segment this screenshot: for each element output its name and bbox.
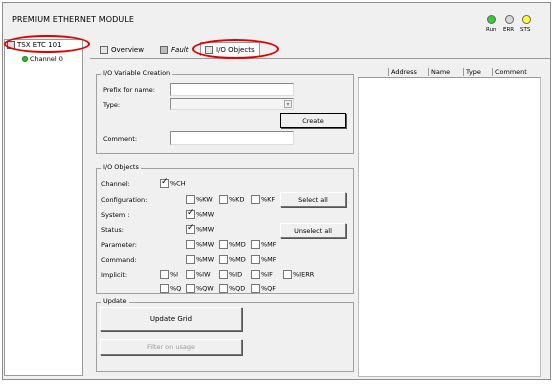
cmd-mf-checkbox[interactable]: %MF [251, 255, 277, 264]
param-mw-label: %MW [196, 240, 215, 249]
param-mw-checkbox[interactable]: %MW [186, 240, 214, 249]
config-kw-checkbox[interactable]: %KW [186, 195, 213, 204]
err-led-label: ERR [503, 27, 515, 33]
cmd-mf-label: %MF [261, 255, 277, 264]
tree-channel-item[interactable]: Channel 0 [22, 55, 63, 63]
create-button[interactable]: Create [280, 113, 346, 128]
window-title: PREMIUM ETHERNET MODULE [12, 15, 135, 24]
imp-if-label: %IF [261, 270, 273, 279]
config-kw-label: %KW [196, 195, 213, 204]
imp-ierr-label: %IERR [293, 270, 315, 279]
io-objects-legend: I/O Objects [101, 163, 141, 171]
system-mw-checkbox[interactable]: %MW [186, 208, 215, 219]
type-select[interactable] [170, 98, 294, 110]
col-name[interactable]: Name [428, 68, 450, 76]
io-grid [358, 66, 541, 377]
imp-iw-checkbox[interactable]: %IW [186, 270, 211, 279]
imp-q-label: %Q [170, 284, 182, 293]
imp-qd-checkbox[interactable]: %QD [219, 284, 245, 293]
imp-i-checkbox[interactable]: %I [160, 270, 178, 279]
channel-ch-checkbox[interactable]: %CH [160, 177, 186, 188]
sts-led-icon [522, 15, 531, 24]
imp-qw-label: %QW [196, 284, 214, 293]
configuration-label: Configuration: [101, 196, 148, 204]
tab-strip [90, 58, 551, 59]
var-creation-legend: I/O Variable Creation [101, 69, 173, 77]
param-mf-checkbox[interactable]: %MF [251, 240, 277, 249]
col-type[interactable]: Type [463, 68, 481, 76]
status-mw-label: %MW [196, 225, 215, 234]
highlight-ring-tab [192, 39, 279, 59]
tree-channel-label: Channel 0 [30, 55, 63, 63]
tab-fault-label: Fault [171, 46, 189, 54]
update-grid-button[interactable]: Update Grid [100, 307, 242, 331]
col-address[interactable]: Address [388, 68, 417, 76]
cmd-md-label: %MD [229, 255, 246, 264]
system-label: System : [101, 211, 130, 219]
highlight-ring [4, 35, 90, 53]
tab-overview-label: Overview [111, 46, 144, 54]
imp-i-label: %I [170, 270, 179, 279]
status-label: Status: [101, 226, 124, 234]
cmd-md-checkbox[interactable]: %MD [219, 255, 246, 264]
chevron-down-icon[interactable]: ▾ [284, 100, 292, 108]
run-led-label: Run [486, 27, 497, 33]
fault-icon [160, 46, 168, 54]
channel-status-icon [22, 56, 28, 62]
cmd-mw-checkbox[interactable]: %MW [186, 255, 214, 264]
param-md-checkbox[interactable]: %MD [219, 240, 246, 249]
select-all-button[interactable]: Select all [280, 192, 346, 207]
config-kf-label: %KF [261, 195, 276, 204]
config-kd-checkbox[interactable]: %KD [219, 195, 244, 204]
imp-iw-label: %IW [196, 270, 211, 279]
err-led-icon [505, 15, 514, 24]
imp-q-checkbox[interactable]: %Q [160, 284, 181, 293]
check-icon [160, 177, 169, 188]
param-mf-label: %MF [261, 240, 277, 249]
module-tree [4, 39, 83, 376]
comment-label: Comment: [103, 135, 138, 143]
sts-led-label: STS [520, 27, 531, 33]
imp-qf-checkbox[interactable]: %QF [251, 284, 276, 293]
parameter-label: Parameter: [101, 241, 137, 249]
cmd-mw-label: %MW [196, 255, 215, 264]
channel-ch-label: %CH [170, 179, 186, 188]
implicit-label: Implicit: [101, 271, 128, 279]
prefix-input[interactable] [170, 83, 294, 96]
imp-id-label: %ID [229, 270, 243, 279]
col-comment[interactable]: Comment [492, 68, 527, 76]
unselect-all-button[interactable]: Unselect all [280, 223, 346, 238]
system-mw-label: %MW [196, 210, 215, 219]
update-legend: Update [101, 297, 129, 305]
imp-ierr-checkbox[interactable]: %IERR [283, 270, 314, 279]
filter-on-usage-button[interactable]: Filter on usage [100, 339, 242, 355]
comment-input[interactable] [170, 131, 294, 145]
channel-label: Channel: [101, 180, 130, 188]
command-label: Command: [101, 256, 137, 264]
config-kd-label: %KD [229, 195, 245, 204]
config-kf-checkbox[interactable]: %KF [251, 195, 275, 204]
imp-qf-label: %QF [261, 284, 277, 293]
overview-icon [100, 46, 108, 54]
tab-overview[interactable]: Overview [100, 43, 144, 57]
imp-if-checkbox[interactable]: %IF [251, 270, 273, 279]
prefix-label: Prefix for name: [103, 86, 155, 94]
imp-id-checkbox[interactable]: %ID [219, 270, 242, 279]
type-label: Type: [103, 101, 121, 109]
imp-qd-label: %QD [229, 284, 246, 293]
tab-fault[interactable]: Fault [160, 43, 188, 57]
imp-qw-checkbox[interactable]: %QW [186, 284, 214, 293]
status-mw-checkbox[interactable]: %MW [186, 223, 215, 234]
run-led-icon [487, 15, 496, 24]
param-md-label: %MD [229, 240, 246, 249]
